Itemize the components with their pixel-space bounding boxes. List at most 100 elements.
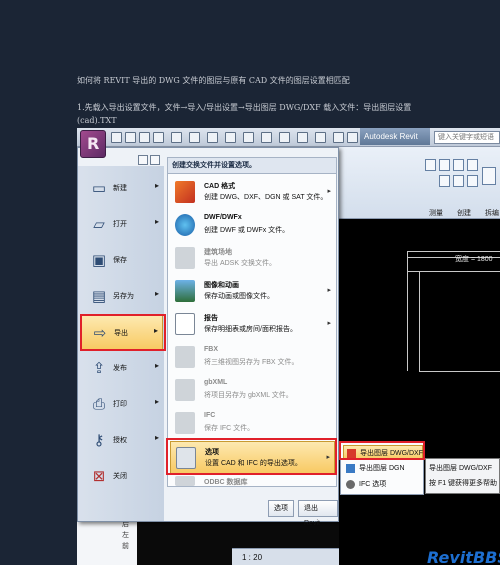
app-title: Autodesk Revit [360,128,430,145]
menu-item-close[interactable]: ⊠ 关闭 [81,459,163,494]
dwf-globe-icon [175,214,195,236]
ifc-icon [175,412,195,434]
open-folder-icon: ▱ [93,215,105,233]
application-menu-button[interactable]: R [80,130,106,158]
thin-lines-icon[interactable] [297,132,308,143]
export-layers-dwg-dxf[interactable]: 导出图层 DWG/DXF [343,445,423,460]
menu-item-new[interactable]: ▭ 新建 ▸ [81,171,163,206]
menu-item-label: 保存 [113,257,127,264]
quick-access-toolbar: Autodesk Revit 键入关键字或短语 [77,128,500,147]
tooltip-title: 导出图层 DWG/DXF [429,465,492,472]
article-title: 如何将 REVIT 导出的 DWG 文件的图层与原有 CAD 文件的图层设置相匹… [77,76,350,85]
menu-item-save-as[interactable]: ▤ 另存为 ▸ [81,279,163,314]
ribbon-tool-icon[interactable] [467,159,478,171]
options-button[interactable]: 选项 [268,500,294,517]
dimension-icon[interactable] [225,132,236,143]
item-title: FBX [204,346,218,353]
item-description: 设置 CAD 和 IFC 的导出选项。 [205,460,302,467]
item-description: 保存 IFC 文件。 [204,425,255,432]
close-hidden-icon[interactable] [315,132,326,143]
open-docs-icon[interactable] [150,155,160,165]
image-animation-icon [175,280,195,302]
item-description: 将项目另存为 gbXML 文件。 [204,392,293,399]
ribbon-tool-icon[interactable] [467,175,478,187]
wall-line [407,251,500,252]
menu-item-label: 打印 [113,401,127,408]
menu-item-label: 关闭 [113,473,127,480]
export-ifc: IFC 保存 IFC 文件。 [170,407,335,440]
menu-item-label: 打开 [113,221,127,228]
chevron-right-icon: ▸ [154,181,159,190]
layers-dgn-icon [346,464,355,473]
measure-icon[interactable] [207,132,218,143]
text-icon[interactable] [243,132,254,143]
drawing-canvas[interactable] [339,219,500,565]
tree-item[interactable]: 左 [77,530,137,541]
chevron-right-icon: ▸ [154,397,159,406]
ifc-options[interactable]: IFC 选项 [343,477,423,492]
cad-format-icon [175,181,195,203]
report-icon [175,313,195,335]
dropdown-icon[interactable] [347,132,358,143]
ribbon-tool-icon[interactable] [482,167,496,185]
menu-item-save[interactable]: ▣ 保存 [81,243,163,278]
revit-r-icon: R [87,134,100,153]
item-title: gbXML [204,379,228,386]
tooltip: 导出图层 DWG/DXF 按 F1 键获得更多帮助 [425,458,500,494]
wall-line [419,271,420,371]
redo-icon[interactable] [153,132,164,143]
save-icon[interactable] [125,132,136,143]
undo-icon[interactable] [139,132,150,143]
ribbon-tool-icon[interactable] [439,175,450,187]
export-cad-formats[interactable]: CAD 格式 创建 DWG、DXF、DGN 或 SAT 文件。 ▸ [170,176,335,209]
print-icon[interactable] [189,132,200,143]
scale-readout[interactable]: 1 : 20 [242,553,262,562]
item-title: DWF/DWFx [204,214,242,221]
chevron-right-icon: ▸ [327,320,331,327]
search-input[interactable]: 键入关键字或短语 [434,131,500,144]
export-reports[interactable]: 报告 保存明细表或房间/面积报告。 ▸ [170,308,335,341]
save-as-icon: ▤ [91,287,107,305]
export-dwf[interactable]: DWF/DWFx 创建 DWF 或 DWFx 文件。 [170,209,335,242]
3d-view-icon[interactable] [261,132,272,143]
export-options[interactable]: 选项 设置 CAD 和 IFC 的导出选项。 ▸ [170,441,335,474]
open-icon[interactable] [111,132,122,143]
export-layers-dgn[interactable]: 导出图层 DGN [343,461,423,476]
chevron-right-icon: ▸ [327,188,331,195]
tree-item[interactable]: 前 [77,541,137,552]
ribbon-panel-create[interactable]: 创建 [457,208,471,218]
save-icon: ▣ [91,251,107,269]
menu-item-publish[interactable]: ⇪ 发布 ▸ [81,351,163,386]
menu-left-column: ▭ 新建 ▸ ▱ 打开 ▸ ▣ 保存 ▤ 另存为 ▸ ⇨ 导出 ▸ ⇪ 发布 ▸… [78,166,164,521]
fbx-icon [175,346,195,368]
menu-item-open[interactable]: ▱ 打开 ▸ [81,207,163,242]
chevron-right-icon: ▸ [326,454,330,461]
options-flyout: 导出图层 DWG/DXF 导出图层 DGN IFC 选项 [340,442,424,495]
recent-docs-icon[interactable] [138,155,148,165]
menu-item-export[interactable]: ⇨ 导出 ▸ [81,315,163,350]
sync-icon[interactable] [171,132,182,143]
ribbon-panel-measure[interactable]: 测量 [429,208,443,218]
ifc-options-icon [346,480,355,489]
ribbon-tool-icon[interactable] [453,159,464,171]
section-icon[interactable] [279,132,290,143]
ribbon-panel-modify[interactable]: 拆编 [485,208,499,218]
step-1-line-2: (cad).TXT [77,116,117,125]
exit-revit-button[interactable]: 退出 Revit [298,500,338,527]
switch-windows-icon[interactable] [333,132,344,143]
chevron-right-icon: ▸ [154,217,159,226]
export-images-animations[interactable]: 图像和动画 保存动画或图像文件。 ▸ [170,275,335,308]
ribbon-tool-icon[interactable] [425,159,436,171]
menu-item-license[interactable]: ⚷ 授权 ▸ [81,423,163,458]
item-title: 图像和动画 [204,282,239,289]
close-document-icon: ⊠ [92,467,106,485]
item-description: 将三维视图另存为 FBX 文件。 [204,359,299,366]
item-title: 选项 [205,449,219,456]
item-title: ODBC 数据库 [204,479,248,486]
ribbon-tool-icon[interactable] [453,175,464,187]
export-odbc: ODBC 数据库 [170,474,335,488]
options-wrench-icon [176,447,196,469]
ribbon-tool-icon[interactable] [439,159,450,171]
revit-screenshot: Autodesk Revit 键入关键字或短语 R 测量 创建 拆编 宽度 = … [77,128,500,565]
menu-item-print[interactable]: ⎙ 打印 ▸ [81,387,163,422]
